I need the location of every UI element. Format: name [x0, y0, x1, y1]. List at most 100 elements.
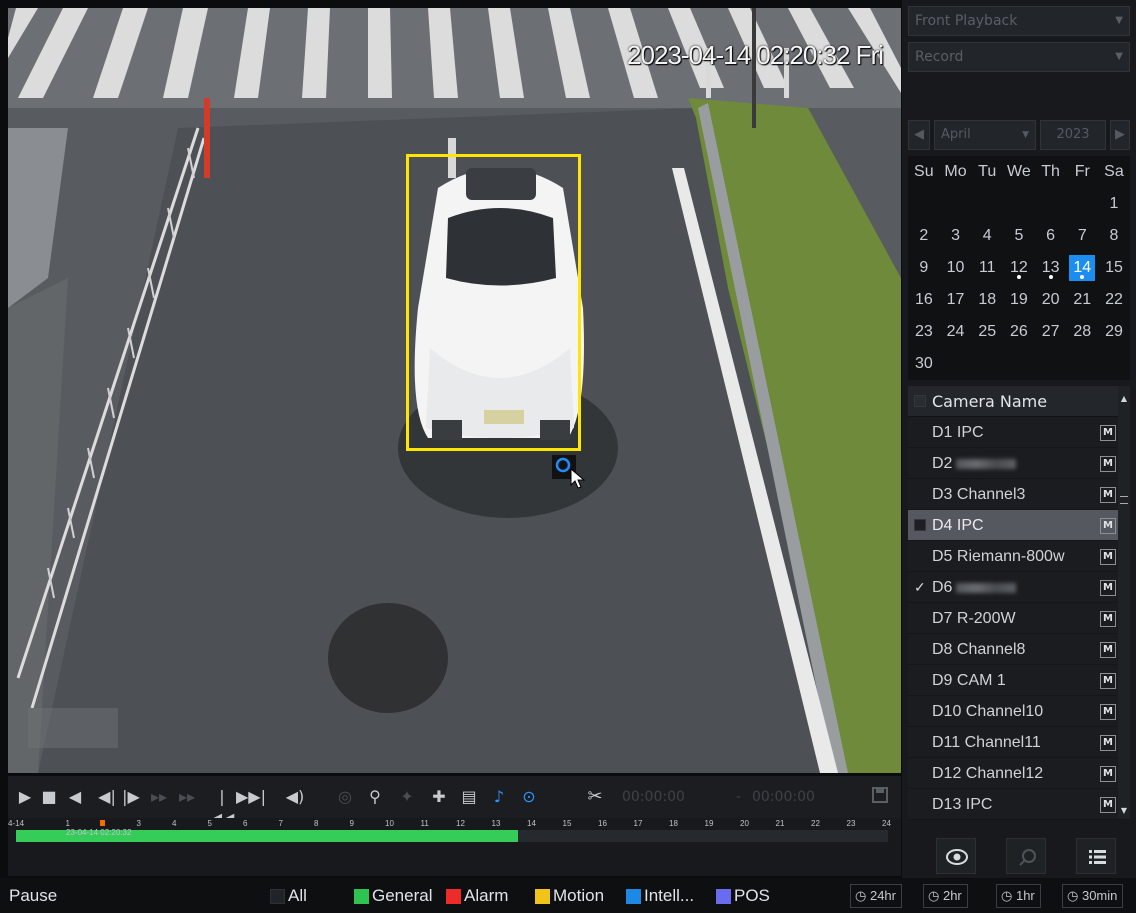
camera-row[interactable]: D13 IPC M — [908, 789, 1130, 820]
main-stream-badge[interactable]: M — [1100, 704, 1116, 720]
legend-checkbox[interactable] — [535, 889, 550, 904]
calendar-day[interactable]: 29 — [1098, 316, 1130, 348]
eye-view-button[interactable] — [936, 838, 976, 874]
camera-checkbox[interactable] — [914, 736, 926, 748]
calendar-day[interactable]: 30 — [908, 348, 940, 380]
step-back-icon[interactable]: ◀| — [96, 786, 118, 808]
calendar-day[interactable]: 21 — [1066, 284, 1098, 316]
camera-checkbox[interactable] — [914, 798, 926, 810]
main-stream-badge[interactable]: M — [1100, 425, 1116, 441]
audio-wave-icon[interactable]: ♪ — [488, 786, 510, 808]
camera-checkbox[interactable] — [914, 612, 926, 624]
calendar-day[interactable]: 23 — [908, 316, 940, 348]
calendar-day[interactable]: 4 — [971, 220, 1003, 252]
prev-month-button[interactable]: ◀ — [908, 120, 930, 150]
video-viewport[interactable]: 2023-04-14 02:20:32 Fri — [8, 8, 901, 773]
previous-day-icon[interactable]: |◀◀ — [208, 786, 236, 828]
legend-checkbox[interactable] — [626, 889, 641, 904]
legend-checkbox[interactable] — [354, 889, 369, 904]
camera-checkbox[interactable] — [914, 519, 926, 531]
camera-row[interactable]: D8 Channel8 M — [908, 634, 1130, 665]
pos-icon[interactable]: ▤ — [456, 786, 482, 808]
camera-row[interactable]: D12 Channel12 M — [908, 758, 1130, 789]
main-stream-badge[interactable]: M — [1100, 580, 1116, 596]
zoom-2hr-button[interactable]: ◷ 2hr — [923, 884, 968, 908]
calendar-day[interactable]: 19 — [1003, 284, 1035, 316]
calendar-day[interactable]: 17 — [940, 284, 972, 316]
legend-item[interactable]: Intell... — [626, 886, 694, 906]
camera-row[interactable]: D2 M — [908, 448, 1130, 479]
next-month-button[interactable]: ▶ — [1110, 120, 1130, 150]
main-stream-badge[interactable]: M — [1100, 456, 1116, 472]
main-stream-badge[interactable]: M — [1100, 611, 1116, 627]
scroll-grip[interactable] — [1120, 496, 1128, 504]
legend-item[interactable]: Alarm — [446, 886, 508, 906]
calendar-day[interactable]: 13 — [1035, 252, 1067, 284]
legend-item[interactable]: All — [270, 886, 307, 906]
next-day-icon[interactable]: ▶▶| — [236, 786, 266, 808]
camera-checkbox[interactable] — [914, 426, 926, 438]
calendar-day[interactable]: 9 — [908, 252, 940, 284]
zoom-1hr-button[interactable]: ◷ 1hr — [996, 884, 1041, 908]
calendar-day[interactable]: 8 — [1098, 220, 1130, 252]
camera-row[interactable]: D7 R-200W M — [908, 603, 1130, 634]
record-type-select[interactable]: Record ▼ — [908, 42, 1130, 72]
camera-checkbox[interactable] — [914, 488, 926, 500]
camera-row[interactable]: D3 Channel3 M — [908, 479, 1130, 510]
play-icon[interactable]: ▶ — [16, 786, 34, 808]
camera-row[interactable]: D9 CAM 1 M — [908, 665, 1130, 696]
main-stream-badge[interactable]: M — [1100, 766, 1116, 782]
save-icon[interactable] — [868, 786, 892, 808]
main-stream-badge[interactable]: M — [1100, 642, 1116, 658]
face-detect-icon[interactable]: ⊙ — [518, 786, 540, 808]
calendar-day[interactable]: 26 — [1003, 316, 1035, 348]
calendar-day[interactable]: 12 — [1003, 252, 1035, 284]
camera-checkbox[interactable] — [914, 674, 926, 686]
camera-checkbox[interactable] — [914, 643, 926, 655]
legend-item[interactable]: Motion — [535, 886, 604, 906]
main-stream-badge[interactable]: M — [1100, 549, 1116, 565]
legend-checkbox[interactable] — [446, 889, 461, 904]
calendar-day[interactable]: 15 — [1098, 252, 1130, 284]
smart-search-icon[interactable]: ⚲ — [364, 786, 386, 808]
calendar-day[interactable]: 11 — [971, 252, 1003, 284]
step-forward-icon[interactable]: |▶ — [120, 786, 142, 808]
select-all-checkbox[interactable] — [914, 395, 926, 407]
calendar-day[interactable]: 16 — [908, 284, 940, 316]
scissors-icon[interactable]: ✂ — [584, 786, 606, 808]
calendar-day[interactable]: 22 — [1098, 284, 1130, 316]
month-select[interactable]: April ▼ — [934, 120, 1036, 150]
stop-icon[interactable]: ■ — [40, 786, 58, 808]
calendar-day[interactable]: 24 — [940, 316, 972, 348]
main-stream-badge[interactable]: M — [1100, 797, 1116, 813]
clip-end-time[interactable]: 00:00:00 — [752, 783, 815, 811]
zoom-30min-button[interactable]: ◷ 30min — [1062, 884, 1124, 908]
calendar-day[interactable]: 2 — [908, 220, 940, 252]
camera-checkbox[interactable] — [914, 767, 926, 779]
camera-row[interactable]: D4 IPC M — [908, 510, 1130, 541]
camera-checkbox[interactable] — [914, 705, 926, 717]
smart-search-button[interactable] — [1006, 838, 1046, 874]
pin-icon[interactable]: ✚ — [428, 786, 450, 808]
camera-row[interactable]: D10 Channel10 M — [908, 696, 1130, 727]
calendar-day[interactable]: 10 — [940, 252, 972, 284]
camera-row[interactable]: D5 Riemann-800w M — [908, 541, 1130, 572]
clip-start-time[interactable]: 00:00:00 — [622, 783, 685, 811]
calendar-day[interactable]: 27 — [1035, 316, 1067, 348]
year-field[interactable]: 2023 — [1040, 120, 1106, 150]
camera-checkbox[interactable] — [914, 457, 926, 469]
calendar-day[interactable]: 6 — [1035, 220, 1067, 252]
main-stream-badge[interactable]: M — [1100, 673, 1116, 689]
legend-checkbox[interactable] — [716, 889, 731, 904]
list-view-button[interactable] — [1076, 838, 1116, 874]
zoom-24hr-button[interactable]: ◷ 24hr — [850, 884, 902, 908]
timeline-cursor[interactable] — [100, 820, 105, 826]
calendar-day[interactable]: 5 — [1003, 220, 1035, 252]
play-backward-icon[interactable]: ◀ — [66, 786, 84, 808]
camera-checkbox[interactable] — [914, 550, 926, 562]
legend-checkbox[interactable] — [270, 889, 285, 904]
calendar-day[interactable]: 28 — [1066, 316, 1098, 348]
legend-item[interactable]: POS — [716, 886, 770, 906]
calendar-day[interactable]: 1 — [1098, 188, 1130, 220]
main-stream-badge[interactable]: M — [1100, 487, 1116, 503]
